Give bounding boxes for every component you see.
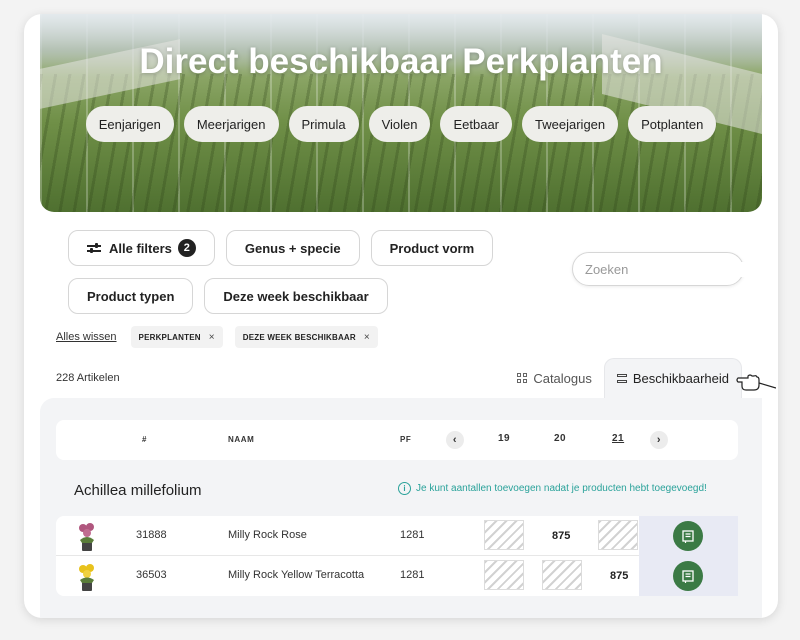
category-chip-eenjarigen[interactable]: Eenjarigen (85, 106, 174, 142)
add-column (639, 556, 738, 596)
week-header-current[interactable]: 21 (612, 433, 624, 444)
product-name[interactable]: Milly Rock Rose (228, 529, 307, 541)
product-name[interactable]: Milly Rock Yellow Terracotta (228, 569, 364, 581)
category-chip-eetbaar[interactable]: Eetbaar (440, 106, 513, 142)
tab-catalogus[interactable]: Catalogus (505, 358, 604, 398)
grid-icon (517, 373, 528, 383)
search-box (572, 252, 761, 286)
product-group-title: Achillea millefolium (74, 482, 202, 499)
remove-filter-icon[interactable]: × (364, 332, 370, 343)
unavailable-week-cell (598, 520, 638, 550)
table-header: # NAAM PF ‹ 19 20 21 › (56, 420, 738, 460)
tab-beschikbaarheid[interactable]: Beschikbaarheid (603, 358, 742, 398)
hero-banner: Direct beschikbaar Perkplanten Eenjarige… (40, 14, 762, 212)
tab-catalogus-label: Catalogus (533, 370, 592, 386)
previous-week-button[interactable]: ‹ (446, 431, 464, 449)
info-message-text: Je kunt aantallen toevoegen nadat je pro… (416, 483, 707, 494)
product-thumbnail (79, 523, 94, 551)
active-filter-tag: DEZE WEEK BESCHIKBAAR × (234, 326, 378, 348)
genus-specie-filter-button[interactable]: Genus + specie (225, 230, 360, 266)
table-row[interactable]: 31888 Milly Rock Rose 1281 875 (56, 516, 738, 556)
availability-panel: # NAAM PF ‹ 19 20 21 › Achillea millefol… (40, 398, 762, 618)
active-filters: Alles wissen PERKPLANTEN × DEZE WEEK BES… (56, 326, 378, 348)
sliders-icon (87, 242, 101, 254)
category-chip-potplanten[interactable]: Potplanten (628, 106, 717, 142)
product-number: 36503 (136, 569, 167, 581)
unavailable-week-cell (542, 560, 582, 590)
category-chips: Eenjarigen Meerjarigen Primula Violen Ee… (40, 106, 762, 142)
view-tabs: Catalogus Beschikbaarheid (505, 358, 742, 398)
active-filter-label: DEZE WEEK BESCHIKBAAR (242, 332, 356, 342)
clear-all-link[interactable]: Alles wissen (56, 331, 117, 343)
list-icon (616, 373, 627, 384)
active-filter-label: PERKPLANTEN (138, 332, 201, 342)
product-number: 31888 (136, 529, 167, 541)
category-chip-primula[interactable]: Primula (288, 106, 359, 142)
week-quantity: 875 (610, 570, 629, 582)
week-header[interactable]: 20 (554, 433, 566, 444)
product-thumbnail (79, 564, 94, 591)
add-to-list-icon (682, 570, 694, 583)
next-week-button[interactable]: › (650, 431, 668, 449)
product-pf: 1281 (400, 529, 425, 541)
remove-filter-icon[interactable]: × (209, 332, 215, 343)
category-chip-meerjarigen[interactable]: Meerjarigen (183, 106, 279, 142)
unavailable-week-cell (484, 560, 524, 590)
column-header-name: NAAM (228, 435, 255, 444)
column-header-number: # (142, 435, 148, 444)
unavailable-week-cell (484, 520, 524, 550)
column-header-pf: PF (400, 435, 412, 444)
filter-bar: Alle filters 2 Genus + specie Product vo… (68, 230, 588, 314)
product-pf: 1281 (400, 569, 425, 581)
tab-beschikbaarheid-label: Beschikbaarheid (632, 371, 729, 386)
add-to-order-button[interactable] (673, 521, 703, 551)
info-message: i Je kunt aantallen toevoegen nadat je p… (398, 482, 707, 495)
search-input[interactable] (585, 261, 761, 277)
filter-count-badge: 2 (177, 239, 196, 257)
add-to-order-button[interactable] (673, 561, 703, 591)
add-column (639, 516, 738, 556)
all-filters-button[interactable]: Alle filters 2 (68, 230, 215, 266)
category-chip-violen[interactable]: Violen (368, 106, 431, 142)
week-header[interactable]: 19 (498, 433, 510, 444)
table-row[interactable]: 36503 Milly Rock Yellow Terracotta 1281 … (56, 556, 738, 596)
all-filters-label: Alle filters (109, 240, 172, 256)
category-chip-tweejarigen[interactable]: Tweejarigen (522, 106, 619, 142)
product-vorm-filter-button[interactable]: Product vorm (370, 230, 494, 266)
week-quantity: 875 (552, 530, 571, 542)
hand-cursor-icon (736, 374, 776, 391)
deze-week-beschikbaar-filter-button[interactable]: Deze week beschikbaar (204, 278, 388, 314)
info-icon: i (398, 482, 411, 495)
page-title: Direct beschikbaar Perkplanten (139, 42, 663, 81)
active-filter-tag: PERKPLANTEN × (130, 326, 223, 348)
page-card: Direct beschikbaar Perkplanten Eenjarige… (24, 14, 778, 618)
add-to-list-icon (682, 530, 694, 543)
product-typen-filter-button[interactable]: Product typen (68, 278, 194, 314)
result-count: 228 Artikelen (56, 372, 120, 384)
